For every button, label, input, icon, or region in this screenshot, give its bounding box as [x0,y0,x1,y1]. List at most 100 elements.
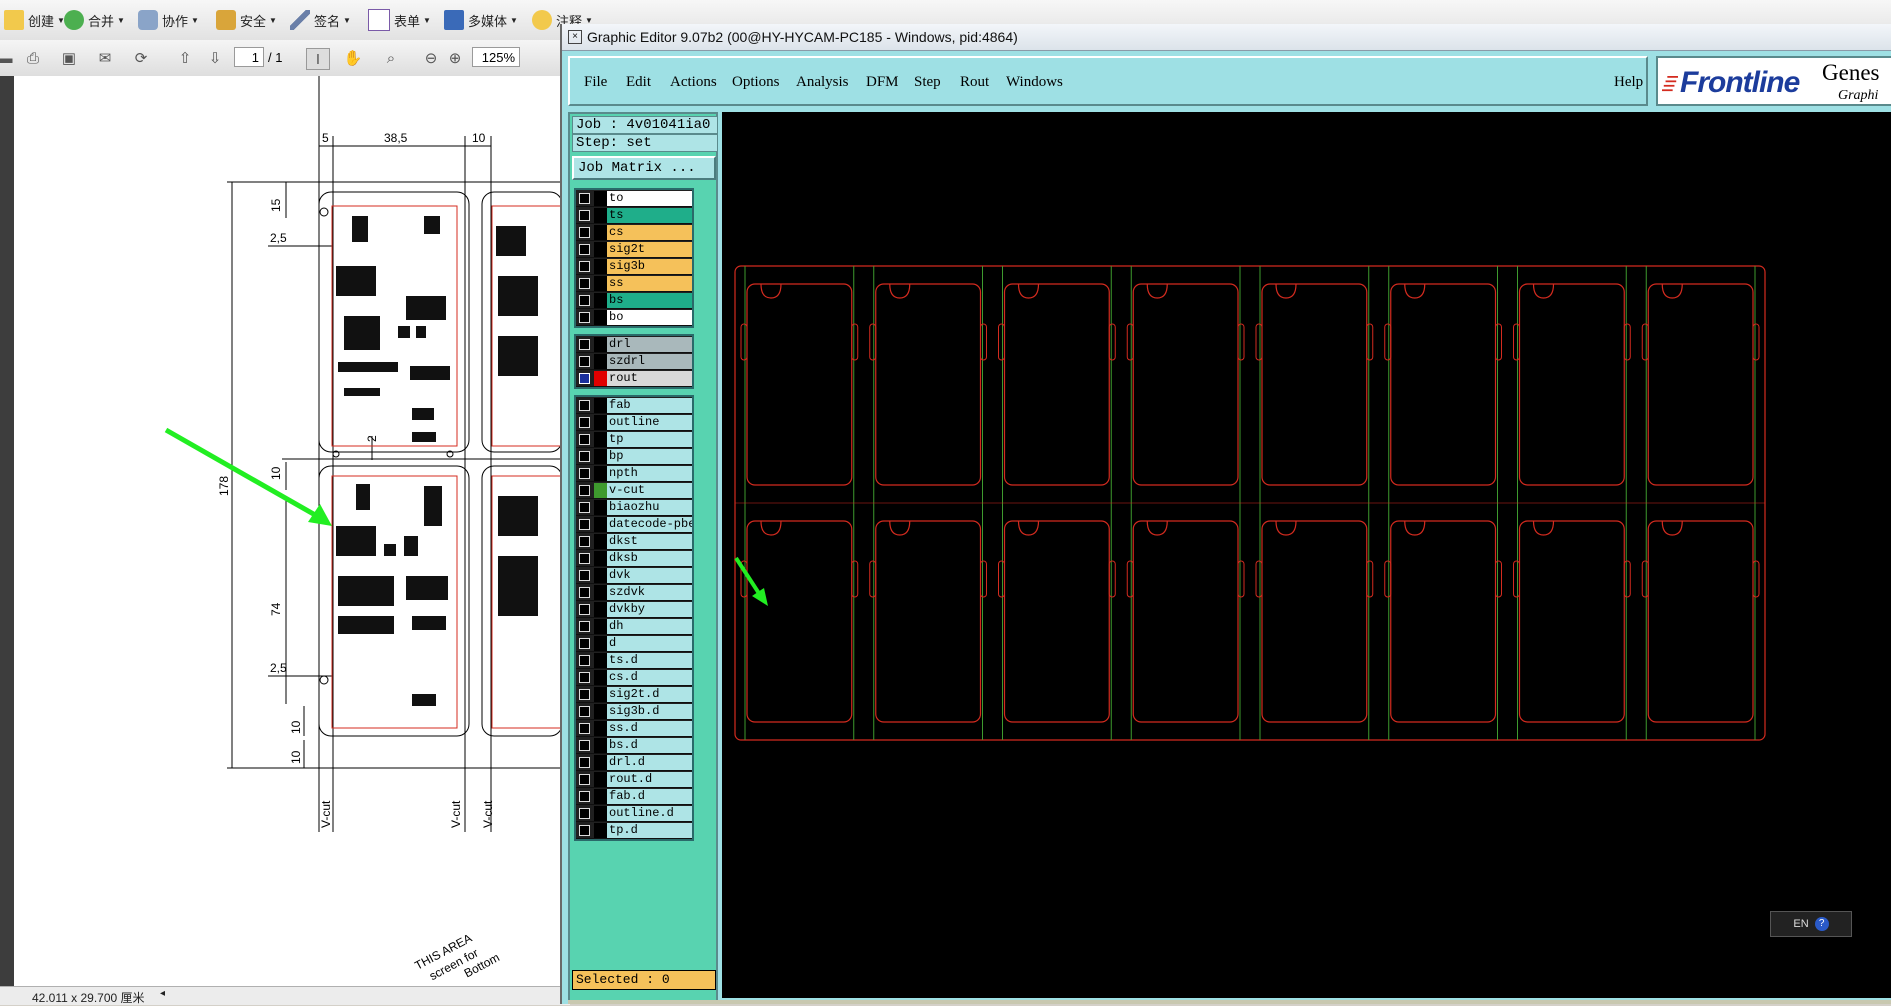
layer-checkbox[interactable] [579,705,590,717]
menu-help[interactable]: Help [1614,74,1643,91]
hand-tool-icon[interactable]: ✋ [342,48,364,68]
layer-checkbox[interactable] [579,484,590,496]
layer-name[interactable]: sig2t [607,241,692,257]
layer-row-cs-d[interactable]: cs.d [576,669,692,686]
previous-page-icon[interactable]: ⇧ [174,48,196,68]
language-bar[interactable]: EN ? [1770,911,1852,937]
layer-color-swatch[interactable] [594,353,607,369]
menu-analysis[interactable]: Analysis [796,74,849,91]
layer-color-swatch[interactable] [594,309,607,325]
layer-color-swatch[interactable] [594,448,607,464]
layer-name[interactable]: fab [607,397,692,413]
layer-row-bs[interactable]: bs [576,292,692,309]
layer-row-sig2t[interactable]: sig2t [576,241,692,258]
zoom-level-select[interactable]: 125% [472,47,520,67]
layer-name[interactable]: dvk [607,567,692,583]
layer-color-swatch[interactable] [594,635,607,651]
layer-color-swatch[interactable] [594,370,607,386]
layer-checkbox[interactable] [579,501,590,513]
layer-row-cs[interactable]: cs [576,224,692,241]
layer-checkbox[interactable] [579,739,590,751]
layer-color-swatch[interactable] [594,482,607,498]
layer-row-drl[interactable]: drl [576,336,692,353]
layer-color-swatch[interactable] [594,601,607,617]
layer-checkbox[interactable] [579,569,590,581]
layer-checkbox[interactable] [579,294,590,306]
layer-checkbox[interactable] [579,355,590,367]
combine-button[interactable]: 合并 ▼ [64,8,125,32]
layer-checkbox[interactable] [579,535,590,547]
layer-color-swatch[interactable] [594,686,607,702]
layer-name[interactable]: biaozhu [607,499,692,515]
layer-name[interactable]: tp [607,431,692,447]
layer-name[interactable]: fab.d [607,788,692,804]
layer-name[interactable]: bs [607,292,692,308]
menu-file[interactable]: File [584,74,607,91]
layer-color-swatch[interactable] [594,720,607,736]
collaborate-button[interactable]: 协作 ▼ [138,8,199,32]
layer-row-rout[interactable]: rout [576,370,692,387]
layer-color-swatch[interactable] [594,805,607,821]
layer-name[interactable]: outline [607,414,692,430]
layer-name[interactable]: bo [607,309,692,325]
layer-checkbox[interactable] [579,433,590,445]
layer-color-swatch[interactable] [594,431,607,447]
scroll-left-icon[interactable]: ◂ [160,988,165,999]
layer-row-drl-d[interactable]: drl.d [576,754,692,771]
layer-color-swatch[interactable] [594,618,607,634]
open-folder-icon[interactable]: ▬ [0,48,16,68]
layer-name[interactable]: drl [607,336,692,352]
layer-color-swatch[interactable] [594,788,607,804]
layer-row-dh[interactable]: dh [576,618,692,635]
layer-color-swatch[interactable] [594,516,607,532]
layer-row-d[interactable]: d [576,635,692,652]
zoom-tool-icon[interactable]: ⌕ [380,48,402,68]
layer-row-tp[interactable]: tp [576,431,692,448]
help-icon[interactable]: ? [1814,917,1829,931]
next-page-icon[interactable]: ⇩ [204,48,226,68]
layer-checkbox[interactable] [579,209,590,221]
layer-color-swatch[interactable] [594,258,607,274]
layer-row-ts-d[interactable]: ts.d [576,652,692,669]
menu-step[interactable]: Step [914,74,941,91]
create-button[interactable]: 创建 ▼ [4,8,65,32]
layer-color-swatch[interactable] [594,584,607,600]
layer-name[interactable]: cs.d [607,669,692,685]
layer-color-swatch[interactable] [594,652,607,668]
layer-name[interactable]: dh [607,618,692,634]
select-tool-icon[interactable]: I [306,48,330,70]
layer-name[interactable]: outline.d [607,805,692,821]
layer-checkbox[interactable] [579,790,590,802]
layer-name[interactable]: datecode-pbe [607,516,692,532]
layer-checkbox[interactable] [579,518,590,530]
security-button[interactable]: 安全 ▼ [216,8,277,32]
layer-row-outline-d[interactable]: outline.d [576,805,692,822]
layer-color-swatch[interactable] [594,224,607,240]
layer-color-swatch[interactable] [594,669,607,685]
graphic-canvas[interactable] [722,112,1891,998]
layer-row-szdrl[interactable]: szdrl [576,353,692,370]
layer-color-swatch[interactable] [594,754,607,770]
email-icon[interactable]: ✉ [94,48,116,68]
layer-name[interactable]: rout.d [607,771,692,787]
layer-row-ts[interactable]: ts [576,207,692,224]
layer-row-dvkby[interactable]: dvkby [576,601,692,618]
layer-checkbox[interactable] [579,756,590,768]
layer-row-v-cut[interactable]: v-cut [576,482,692,499]
layer-color-swatch[interactable] [594,567,607,583]
layer-row-to[interactable]: to [576,190,692,207]
layer-checkbox[interactable] [579,773,590,785]
layer-color-swatch[interactable] [594,207,607,223]
layer-checkbox[interactable] [579,277,590,289]
layer-name[interactable]: d [607,635,692,651]
layer-row-npth[interactable]: npth [576,465,692,482]
layer-name[interactable]: v-cut [607,482,692,498]
layer-checkbox[interactable] [579,399,590,411]
layer-name[interactable]: dkst [607,533,692,549]
layer-row-bp[interactable]: bp [576,448,692,465]
layer-checkbox[interactable] [579,603,590,615]
layer-color-swatch[interactable] [594,550,607,566]
layer-row-tp-d[interactable]: tp.d [576,822,692,839]
layer-color-swatch[interactable] [594,737,607,753]
layer-row-bs-d[interactable]: bs.d [576,737,692,754]
